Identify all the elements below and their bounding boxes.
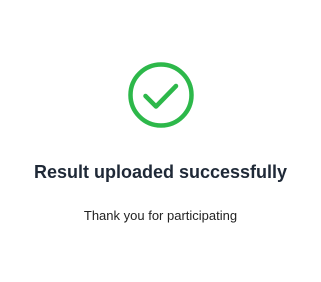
success-message: Thank you for participating <box>83 208 238 223</box>
check-circle-icon <box>126 60 196 130</box>
success-title: Result uploaded successfully <box>33 162 288 182</box>
upload-success-page: Result uploaded successfully Thank you f… <box>0 0 321 282</box>
